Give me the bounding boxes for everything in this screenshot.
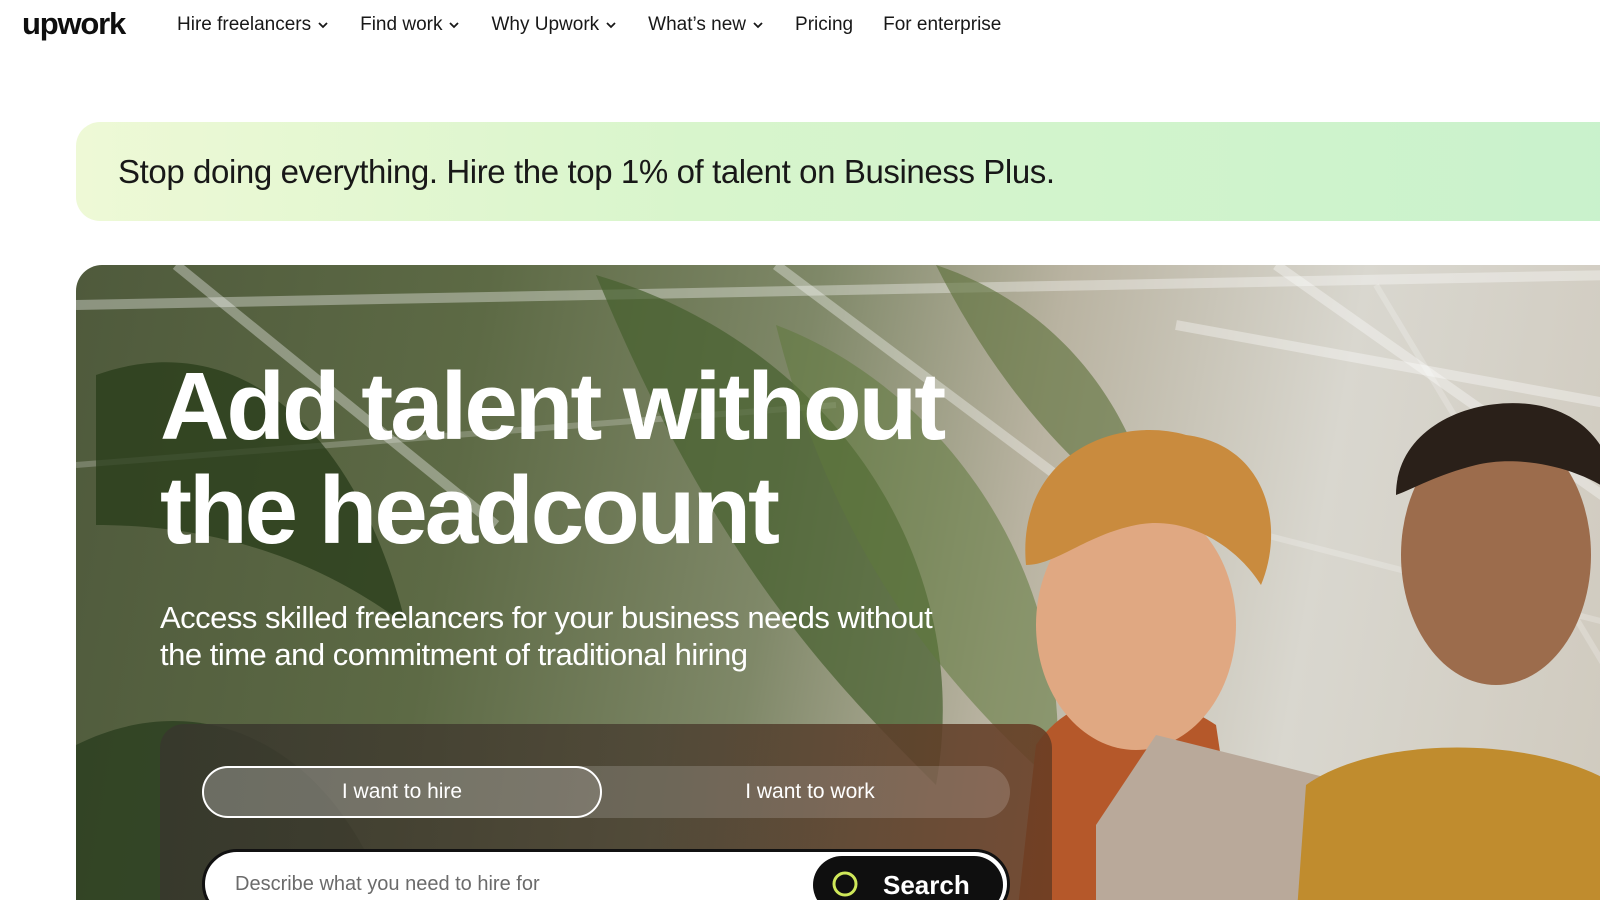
search-bar: Search xyxy=(202,849,1010,900)
nav-item-find-work[interactable]: Find work xyxy=(360,13,461,37)
upwork-logo[interactable]: upwork xyxy=(22,6,126,42)
nav-item-hire-freelancers[interactable]: Hire freelancers xyxy=(177,13,330,37)
i-want-to-work-tab[interactable]: I want to work xyxy=(610,766,1010,818)
nav-item-label: Find work xyxy=(360,14,443,35)
nav-item-label: For enterprise xyxy=(883,14,1002,35)
nav-item-why-upwork[interactable]: Why Upwork xyxy=(491,13,618,37)
nav-item-for-enterprise[interactable]: For enterprise xyxy=(883,13,1001,37)
nav-item-whats-new[interactable]: What’s new xyxy=(648,13,765,37)
nav-menu: Hire freelancers Find work Why Upwork Wh… xyxy=(177,13,1031,37)
chevron-down-icon xyxy=(447,18,461,32)
hire-work-toggle: I want to hire I want to work xyxy=(202,766,1010,818)
chevron-down-icon xyxy=(316,18,330,32)
nav-item-pricing[interactable]: Pricing xyxy=(795,13,853,37)
nav-item-label: Hire freelancers xyxy=(177,14,312,35)
promo-text: Stop doing everything. Hire the top 1% o… xyxy=(118,152,1055,190)
hero-section: Add talent without the headcount Access … xyxy=(76,265,1600,900)
search-icon xyxy=(831,870,861,900)
nav-item-label: Pricing xyxy=(795,14,854,35)
search-input[interactable] xyxy=(235,866,795,900)
i-want-to-hire-tab[interactable]: I want to hire xyxy=(202,766,602,818)
chevron-down-icon xyxy=(751,18,765,32)
nav-item-label: Why Upwork xyxy=(491,14,600,35)
hero-subtitle: Access skilled freelancers for your busi… xyxy=(160,600,933,672)
search-button-label: Search xyxy=(883,869,970,900)
chevron-down-icon xyxy=(604,18,618,32)
top-navigation: upwork Hire freelancers Find work Why Up… xyxy=(0,0,1600,50)
search-card: I want to hire I want to work Search xyxy=(160,724,1052,900)
promo-banner[interactable]: Stop doing everything. Hire the top 1% o… xyxy=(76,122,1600,221)
search-button[interactable]: Search xyxy=(813,856,1003,900)
nav-item-label: What’s new xyxy=(648,14,747,35)
hero-title: Add talent without the headcount xyxy=(160,353,946,564)
